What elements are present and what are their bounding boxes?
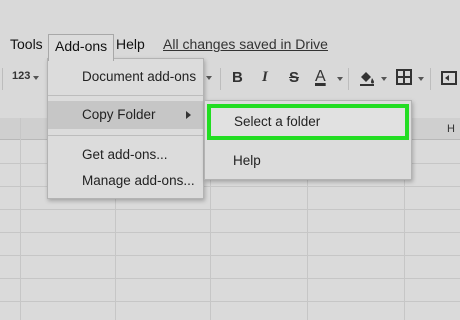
menu-help[interactable]: Help — [116, 36, 145, 52]
grid-line — [0, 278, 460, 279]
text-color-button[interactable]: A — [315, 68, 326, 86]
menu-item-label: Get add-ons... — [82, 147, 168, 162]
grid-line — [0, 209, 460, 210]
toolbar-separator — [430, 68, 431, 90]
menu-item-copy-folder[interactable]: Copy Folder — [48, 101, 203, 129]
menu-tools[interactable]: Tools — [10, 36, 43, 52]
menu-item-label: Help — [233, 153, 261, 168]
borders-icon[interactable] — [396, 69, 412, 85]
grid-line — [0, 301, 460, 302]
toolbar-separator — [220, 68, 221, 90]
chevron-down-icon — [33, 76, 39, 80]
italic-button[interactable]: I — [262, 69, 268, 86]
menu-item-label: Document add-ons — [82, 69, 197, 84]
menu-item-label: Select a folder — [234, 114, 321, 129]
chevron-down-icon — [418, 77, 424, 81]
menu-item-label: Manage add-ons... — [82, 173, 195, 188]
submenu-arrow-icon — [186, 111, 191, 119]
menu-separator — [48, 135, 203, 136]
chevron-down-icon — [337, 77, 343, 81]
chevron-down-icon — [381, 77, 387, 81]
menu-item-document-addons[interactable]: Document add-ons — [48, 63, 203, 91]
toolbar-separator — [348, 68, 349, 90]
save-status-link[interactable]: All changes saved in Drive — [163, 36, 328, 52]
menu-separator — [48, 95, 203, 96]
menu-item-help[interactable]: Help — [205, 147, 411, 177]
grid-line — [20, 118, 21, 320]
menu-item-manage-addons[interactable]: Manage add-ons... — [48, 167, 203, 195]
chevron-down-icon — [206, 76, 212, 80]
addons-dropdown-menu: Document add-ons Copy Folder Get add-ons… — [47, 58, 204, 199]
menu-item-select-folder[interactable]: Select a folder — [207, 104, 409, 140]
merge-cells-icon[interactable] — [441, 70, 457, 86]
strikethrough-button[interactable]: S — [289, 69, 299, 86]
bold-button[interactable]: B — [232, 69, 243, 86]
menu-bar: Tools Add-ons Help All changes saved in … — [0, 30, 460, 61]
column-header-h[interactable]: H — [447, 123, 455, 135]
menu-item-label: Copy Folder — [82, 107, 156, 122]
fill-color-icon[interactable] — [358, 69, 376, 87]
toolbar-separator — [2, 68, 3, 90]
menu-item-get-addons[interactable]: Get add-ons... — [48, 141, 203, 169]
menu-addons[interactable]: Add-ons — [48, 34, 115, 61]
number-format-button[interactable]: 123 — [12, 70, 30, 82]
grid-line — [0, 232, 460, 233]
grid-line — [0, 255, 460, 256]
copy-folder-submenu: Select a folder Help — [204, 100, 412, 180]
